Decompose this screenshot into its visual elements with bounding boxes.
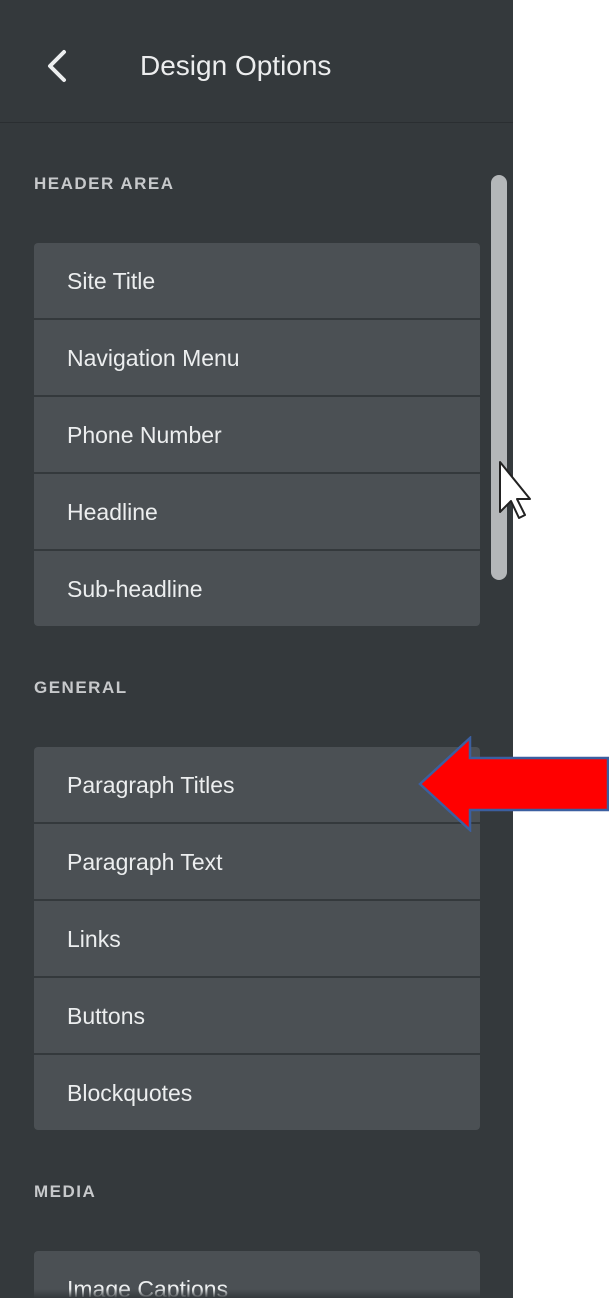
mouse-cursor-icon [499,461,531,519]
menu-item-buttons[interactable]: Buttons [34,978,480,1055]
menu-item-label: Links [67,926,121,952]
red-arrow-icon [418,736,609,832]
menu-item-label: Headline [67,499,158,525]
menu-item-navigation-menu[interactable]: Navigation Menu [34,320,480,397]
menu-item-label: Paragraph Text [67,849,223,875]
menu-item-label: Blockquotes [67,1080,193,1106]
menu-item-label: Navigation Menu [67,345,240,371]
menu-item-paragraph-titles[interactable]: Paragraph Titles [34,747,480,824]
menu-item-label: Buttons [67,1003,145,1029]
header-area-group: Site Title Navigation Menu Phone Number … [34,243,480,626]
menu-item-paragraph-text[interactable]: Paragraph Text [34,824,480,901]
menu-item-headline[interactable]: Headline [34,474,480,551]
menu-item-label: Sub-headline [67,576,203,602]
panel-header: Design Options [0,0,513,123]
bottom-fade [0,1289,513,1298]
menu-item-label: Paragraph Titles [67,772,235,798]
design-options-panel: Design Options HEADER AREA Site Title Na… [0,0,513,1298]
menu-item-phone-number[interactable]: Phone Number [34,397,480,474]
menu-item-site-title[interactable]: Site Title [34,243,480,320]
section-label-media: MEDIA [34,1182,97,1201]
chevron-left-icon[interactable] [36,44,76,88]
menu-item-blockquotes[interactable]: Blockquotes [34,1055,480,1130]
panel-title: Design Options [140,50,332,81]
section-label-general: GENERAL [34,678,128,697]
general-group: Paragraph Titles Paragraph Text Links Bu… [34,747,480,1130]
menu-item-sub-headline[interactable]: Sub-headline [34,551,480,626]
section-label-header-area: HEADER AREA [34,174,175,193]
menu-item-label: Phone Number [67,422,222,448]
menu-item-label: Site Title [67,268,156,294]
menu-item-links[interactable]: Links [34,901,480,978]
